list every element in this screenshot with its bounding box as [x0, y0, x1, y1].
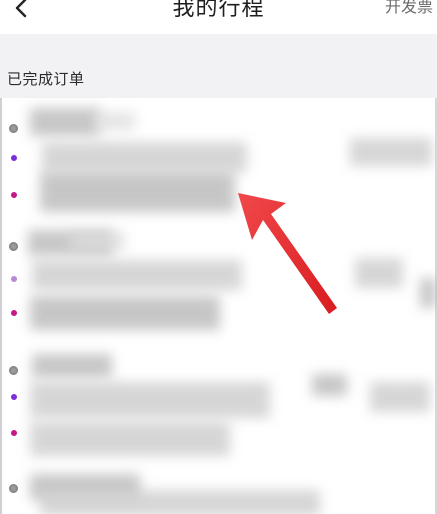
clock-icon	[9, 124, 18, 133]
purple-dot-icon	[11, 276, 17, 282]
purple-dot-icon	[11, 394, 17, 400]
page-title: 我的行程	[172, 0, 265, 21]
order-card[interactable]	[0, 470, 437, 514]
invoice-button[interactable]: 开发票	[385, 0, 437, 17]
trip-list-screen: 我的行程 开发票 已完成订单	[0, 0, 437, 514]
section-label: 已完成订单	[7, 70, 85, 88]
blurred-start-address	[30, 382, 270, 418]
blurred-start-address	[42, 142, 247, 172]
blurred-time-text	[32, 354, 112, 378]
blurred-price-text	[355, 258, 403, 288]
blurred-start-address	[40, 490, 320, 514]
purple-dot-icon	[11, 155, 17, 161]
blurred-price-text	[350, 138, 432, 166]
order-card[interactable]	[0, 98, 437, 220]
navigation-bar: 我的行程 开发票	[0, 0, 437, 34]
magenta-dot-icon	[11, 430, 17, 436]
blurred-status-text	[70, 232, 125, 250]
blurred-price-text	[420, 278, 436, 308]
blurred-end-address	[40, 172, 235, 212]
blurred-time-text	[30, 108, 100, 136]
clock-icon	[9, 366, 18, 375]
clock-icon	[9, 242, 18, 251]
order-card[interactable]	[0, 226, 437, 344]
blurred-price-text	[370, 382, 430, 412]
magenta-dot-icon	[11, 192, 17, 198]
blurred-price-text	[312, 374, 347, 396]
blurred-status-text	[95, 112, 135, 130]
magenta-dot-icon	[11, 310, 17, 316]
blurred-end-address	[30, 296, 220, 330]
blurred-end-address	[30, 422, 230, 456]
blurred-start-address	[32, 260, 242, 290]
order-card[interactable]	[0, 352, 437, 462]
clock-icon	[9, 484, 18, 493]
